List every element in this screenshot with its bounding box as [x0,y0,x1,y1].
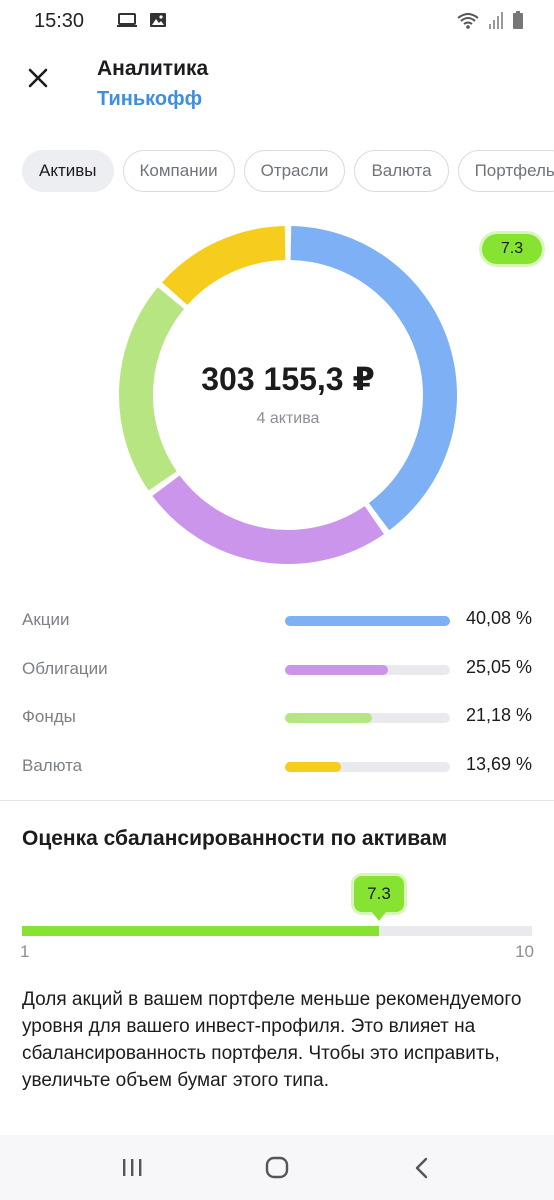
allocation-value: 13,69 % [465,754,532,774]
allocation-value: 25,05 % [465,657,532,677]
back-button[interactable] [402,1153,442,1183]
balance-scale-fill [22,926,379,936]
scale-min-label: 1 [20,942,30,961]
donut-segment-bonds [152,475,384,564]
portfolio-total: 303 155,3 ₽ [201,361,375,397]
tab-assets[interactable]: Активы [22,150,114,192]
page-title: Аналитика [97,57,209,80]
laptop-icon [117,13,137,27]
balance-scale [22,926,532,936]
recent-apps-icon [123,1159,142,1176]
marker-pointer [372,912,386,921]
status-bar: 15:30 [0,0,554,44]
tab-sectors[interactable]: Отрасли [243,150,346,192]
close-icon [28,68,48,88]
allocation-label: Облигации [22,659,108,678]
wifi-icon [457,13,479,29]
close-button[interactable] [20,60,56,96]
home-button[interactable] [257,1153,297,1183]
asset-count: 4 актива [256,410,320,427]
home-icon [265,1156,289,1179]
balance-score-badge: 7.3 [482,234,542,264]
section-divider [0,800,554,801]
status-right-icons [456,10,524,30]
battery-icon [513,11,523,29]
allocation-value: 40,08 % [465,608,532,628]
broker-name[interactable]: Тинькофф [97,88,202,111]
allocation-bar [285,762,450,772]
back-icon [415,1157,428,1179]
tab-companies[interactable]: Компании [122,150,235,192]
allocation-bar-fill [285,665,389,675]
allocation-row-funds: Фонды 21,18 % [0,703,554,733]
allocation-bar [285,616,450,626]
balance-section-title: Оценка сбалансированности по активам [22,827,448,850]
allocation-bar [285,713,450,723]
allocation-row-bonds: Облигации 25,05 % [0,655,554,685]
allocation-bar-fill [285,713,373,723]
tab-portfolio[interactable]: Портфель [457,150,554,192]
allocation-value: 21,18 % [465,705,532,725]
status-left-icons [116,10,168,30]
analytics-tabs: Активы Компании Отрасли Валюта Портфель [22,150,554,194]
allocation-bar-fill [285,762,342,772]
system-nav-bar [0,1135,554,1200]
balance-score-marker: 7.3 [354,876,404,921]
allocation-bar [285,665,450,675]
signal-icon [489,12,503,29]
recent-apps-button[interactable] [112,1153,152,1183]
allocation-label: Валюта [22,756,83,775]
scale-max-label: 10 [515,942,534,961]
allocation-label: Акции [22,610,70,629]
balance-score-value: 7.3 [354,876,404,912]
balance-advice-text: Доля акций в вашем портфеле меньше реком… [22,989,522,1091]
allocation-row-currency: Валюта 13,69 % [0,752,554,782]
allocation-label: Фонды [22,707,76,726]
donut-segment-currency [162,226,286,306]
tab-currency[interactable]: Валюта [354,150,449,192]
image-icon [150,13,166,27]
allocation-row-stocks: Акции 40,08 % [0,606,554,636]
allocation-bar-fill [285,616,450,626]
status-time: 15:30 [34,10,85,32]
